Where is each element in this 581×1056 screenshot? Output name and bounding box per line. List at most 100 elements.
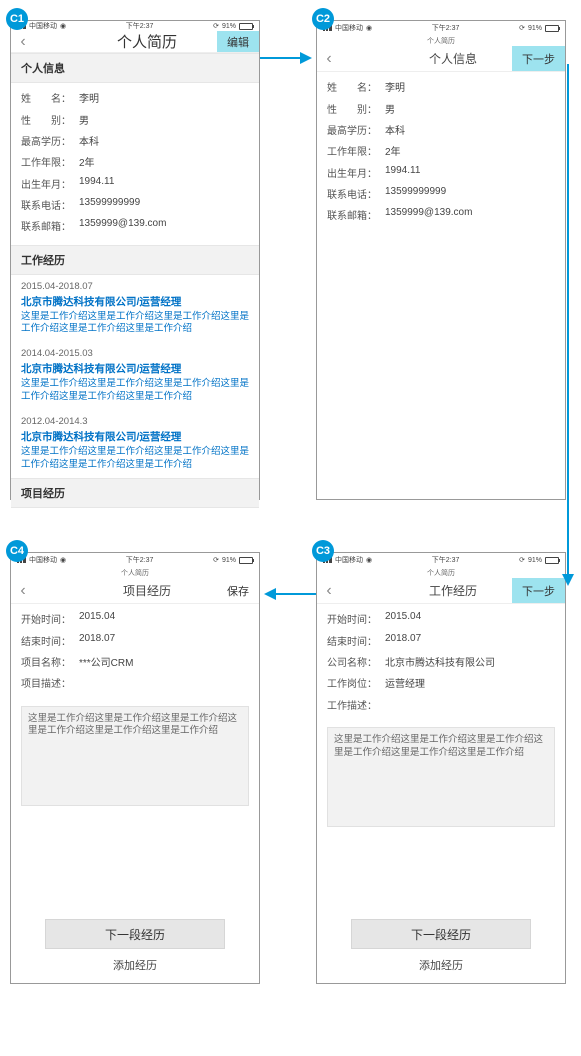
work-date: 2015.04-2018.07 (21, 281, 249, 292)
statusbar: 中国移动◉ 下午2:37 ⟳91% (317, 553, 565, 567)
label-gender: 性 别： (21, 112, 79, 127)
label-start: 开始时间： (21, 611, 79, 626)
back-button[interactable]: ‹ (11, 33, 35, 51)
back-button[interactable]: ‹ (317, 582, 341, 600)
label-start: 开始时间： (327, 611, 385, 626)
add-entry-link[interactable]: 添加经历 (327, 957, 555, 973)
project-desc-textarea[interactable]: 这里是工作介绍这里是工作介绍这里是工作介绍这里是工作介绍这里是工作介绍这里是工作… (21, 706, 249, 806)
work-name: 北京市腾达科技有限公司/运营经理 (21, 294, 249, 309)
job-desc-textarea[interactable]: 这里是工作介绍这里是工作介绍这里是工作介绍这里是工作介绍这里是工作介绍这里是工作… (327, 727, 555, 827)
screen-c3: 中国移动◉ 下午2:37 ⟳91% 个人简历 ‹ 工作经历 下一步 开始时间：2… (316, 552, 566, 984)
flow-arrow-c1-c2 (260, 48, 316, 68)
battery-label: 91% (528, 25, 542, 32)
input-gender[interactable]: 男 (385, 101, 555, 116)
carrier-label: 中国移动 (335, 23, 363, 33)
input-position[interactable]: 运营经理 (385, 675, 555, 690)
input-phone[interactable]: 13599999999 (385, 186, 555, 201)
label-end: 结束时间： (327, 633, 385, 648)
work-item[interactable]: 2012.04-2014.3 北京市腾达科技有限公司/运营经理 这里是工作介绍这… (11, 410, 259, 478)
section-project: 项目经历 (11, 478, 259, 508)
next-entry-button[interactable]: 下一段经历 (351, 919, 531, 949)
section-work: 工作经历 (11, 245, 259, 275)
battery-icon (239, 23, 253, 30)
label-end: 结束时间： (21, 633, 79, 648)
battery-icon (545, 557, 559, 564)
battery-label: 91% (222, 23, 236, 30)
edit-button[interactable]: 编辑 (217, 31, 259, 52)
label-jobdesc: 工作描述： (327, 697, 385, 712)
carrier-label: 中国移动 (29, 555, 57, 565)
value-education: 本科 (79, 133, 249, 148)
work-desc: 这里是工作介绍这里是工作介绍这里是工作介绍这里是工作介绍这里是工作介绍这里是工作… (21, 378, 249, 404)
work-desc: 这里是工作介绍这里是工作介绍这里是工作介绍这里是工作介绍这里是工作介绍这里是工作… (21, 311, 249, 337)
input-start[interactable]: 2015.04 (385, 611, 555, 626)
carrier-label: 中国移动 (29, 21, 57, 31)
value-name: 李明 (79, 90, 249, 105)
breadcrumb: 个人简历 (317, 567, 565, 578)
label-company: 公司名称： (327, 654, 385, 669)
label-email: 联系邮箱： (21, 218, 79, 233)
label-phone: 联系电话： (327, 186, 385, 201)
input-birth[interactable]: 1994.11 (385, 165, 555, 180)
input-name[interactable]: 李明 (385, 79, 555, 94)
add-entry-link[interactable]: 添加经历 (21, 957, 249, 973)
next-entry-button[interactable]: 下一段经历 (45, 919, 225, 949)
label-birth: 出生年月： (21, 176, 79, 191)
input-end[interactable]: 2018.07 (385, 633, 555, 648)
section-personal: 个人信息 (11, 53, 259, 83)
label-phone: 联系电话： (21, 197, 79, 212)
input-company[interactable]: 北京市腾达科技有限公司 (385, 654, 555, 669)
time-label: 下午2:37 (432, 555, 460, 565)
work-name: 北京市腾达科技有限公司/运营经理 (21, 429, 249, 444)
value-gender: 男 (79, 112, 249, 127)
work-date: 2014.04-2015.03 (21, 348, 249, 359)
personal-info-block: 姓 名：李明 性 别：男 最高学历：本科 工作年限：2年 出生年月：1994.1… (11, 83, 259, 245)
wifi-icon: ◉ (366, 556, 372, 564)
label-gender: 性 别： (327, 101, 385, 116)
breadcrumb: 个人简历 (317, 35, 565, 46)
work-date: 2012.04-2014.3 (21, 416, 249, 427)
battery-label: 91% (222, 557, 236, 564)
statusbar: 中国移动◉ 下午2:37 ⟳91% (11, 553, 259, 567)
screen-c1: 中国移动◉ 下午2:37 ⟳91% ‹ 个人简历 编辑 个人信息 姓 名：李明 … (10, 20, 260, 500)
time-label: 下午2:37 (126, 555, 154, 565)
carrier-label: 中国移动 (335, 555, 363, 565)
value-email: 1359999@139.com (79, 218, 249, 233)
input-projectname[interactable]: ***公司CRM (79, 654, 249, 669)
badge-c1: C1 (6, 8, 28, 30)
battery-icon (239, 557, 253, 564)
label-birth: 出生年月： (327, 165, 385, 180)
flow-arrow-c3-c4 (260, 584, 316, 604)
work-item[interactable]: 2015.04-2018.07 北京市腾达科技有限公司/运营经理 这里是工作介绍… (11, 275, 259, 343)
label-projectdesc: 项目描述： (21, 675, 79, 690)
work-item[interactable]: 2014.04-2015.03 北京市腾达科技有限公司/运营经理 这里是工作介绍… (11, 342, 259, 410)
save-button[interactable]: 保存 (217, 578, 259, 603)
value-years: 2年 (79, 154, 249, 169)
wifi-icon: ◉ (60, 556, 66, 564)
label-name: 姓 名： (327, 79, 385, 94)
input-education[interactable]: 本科 (385, 122, 555, 137)
work-name: 北京市腾达科技有限公司/运营经理 (21, 361, 249, 376)
label-years: 工作年限： (21, 154, 79, 169)
breadcrumb: 个人简历 (11, 567, 259, 578)
input-years[interactable]: 2年 (385, 143, 555, 158)
time-label: 下午2:37 (126, 21, 154, 31)
value-birth: 1994.11 (79, 176, 249, 191)
back-button[interactable]: ‹ (11, 582, 35, 600)
label-position: 工作岗位： (327, 675, 385, 690)
battery-label: 91% (528, 557, 542, 564)
badge-c3: C3 (312, 540, 334, 562)
time-label: 下午2:37 (432, 23, 460, 33)
flow-arrow-c2-c3 (558, 64, 578, 594)
input-email[interactable]: 1359999@139.com (385, 207, 555, 222)
badge-c4: C4 (6, 540, 28, 562)
label-email: 联系邮箱： (327, 207, 385, 222)
wifi-icon: ◉ (60, 22, 66, 30)
label-years: 工作年限： (327, 143, 385, 158)
label-education: 最高学历： (327, 122, 385, 137)
work-desc: 这里是工作介绍这里是工作介绍这里是工作介绍这里是工作介绍这里是工作介绍这里是工作… (21, 446, 249, 472)
back-button[interactable]: ‹ (317, 50, 341, 68)
input-end[interactable]: 2018.07 (79, 633, 249, 648)
input-start[interactable]: 2015.04 (79, 611, 249, 626)
statusbar: 中国移动◉ 下午2:37 ⟳91% (317, 21, 565, 35)
